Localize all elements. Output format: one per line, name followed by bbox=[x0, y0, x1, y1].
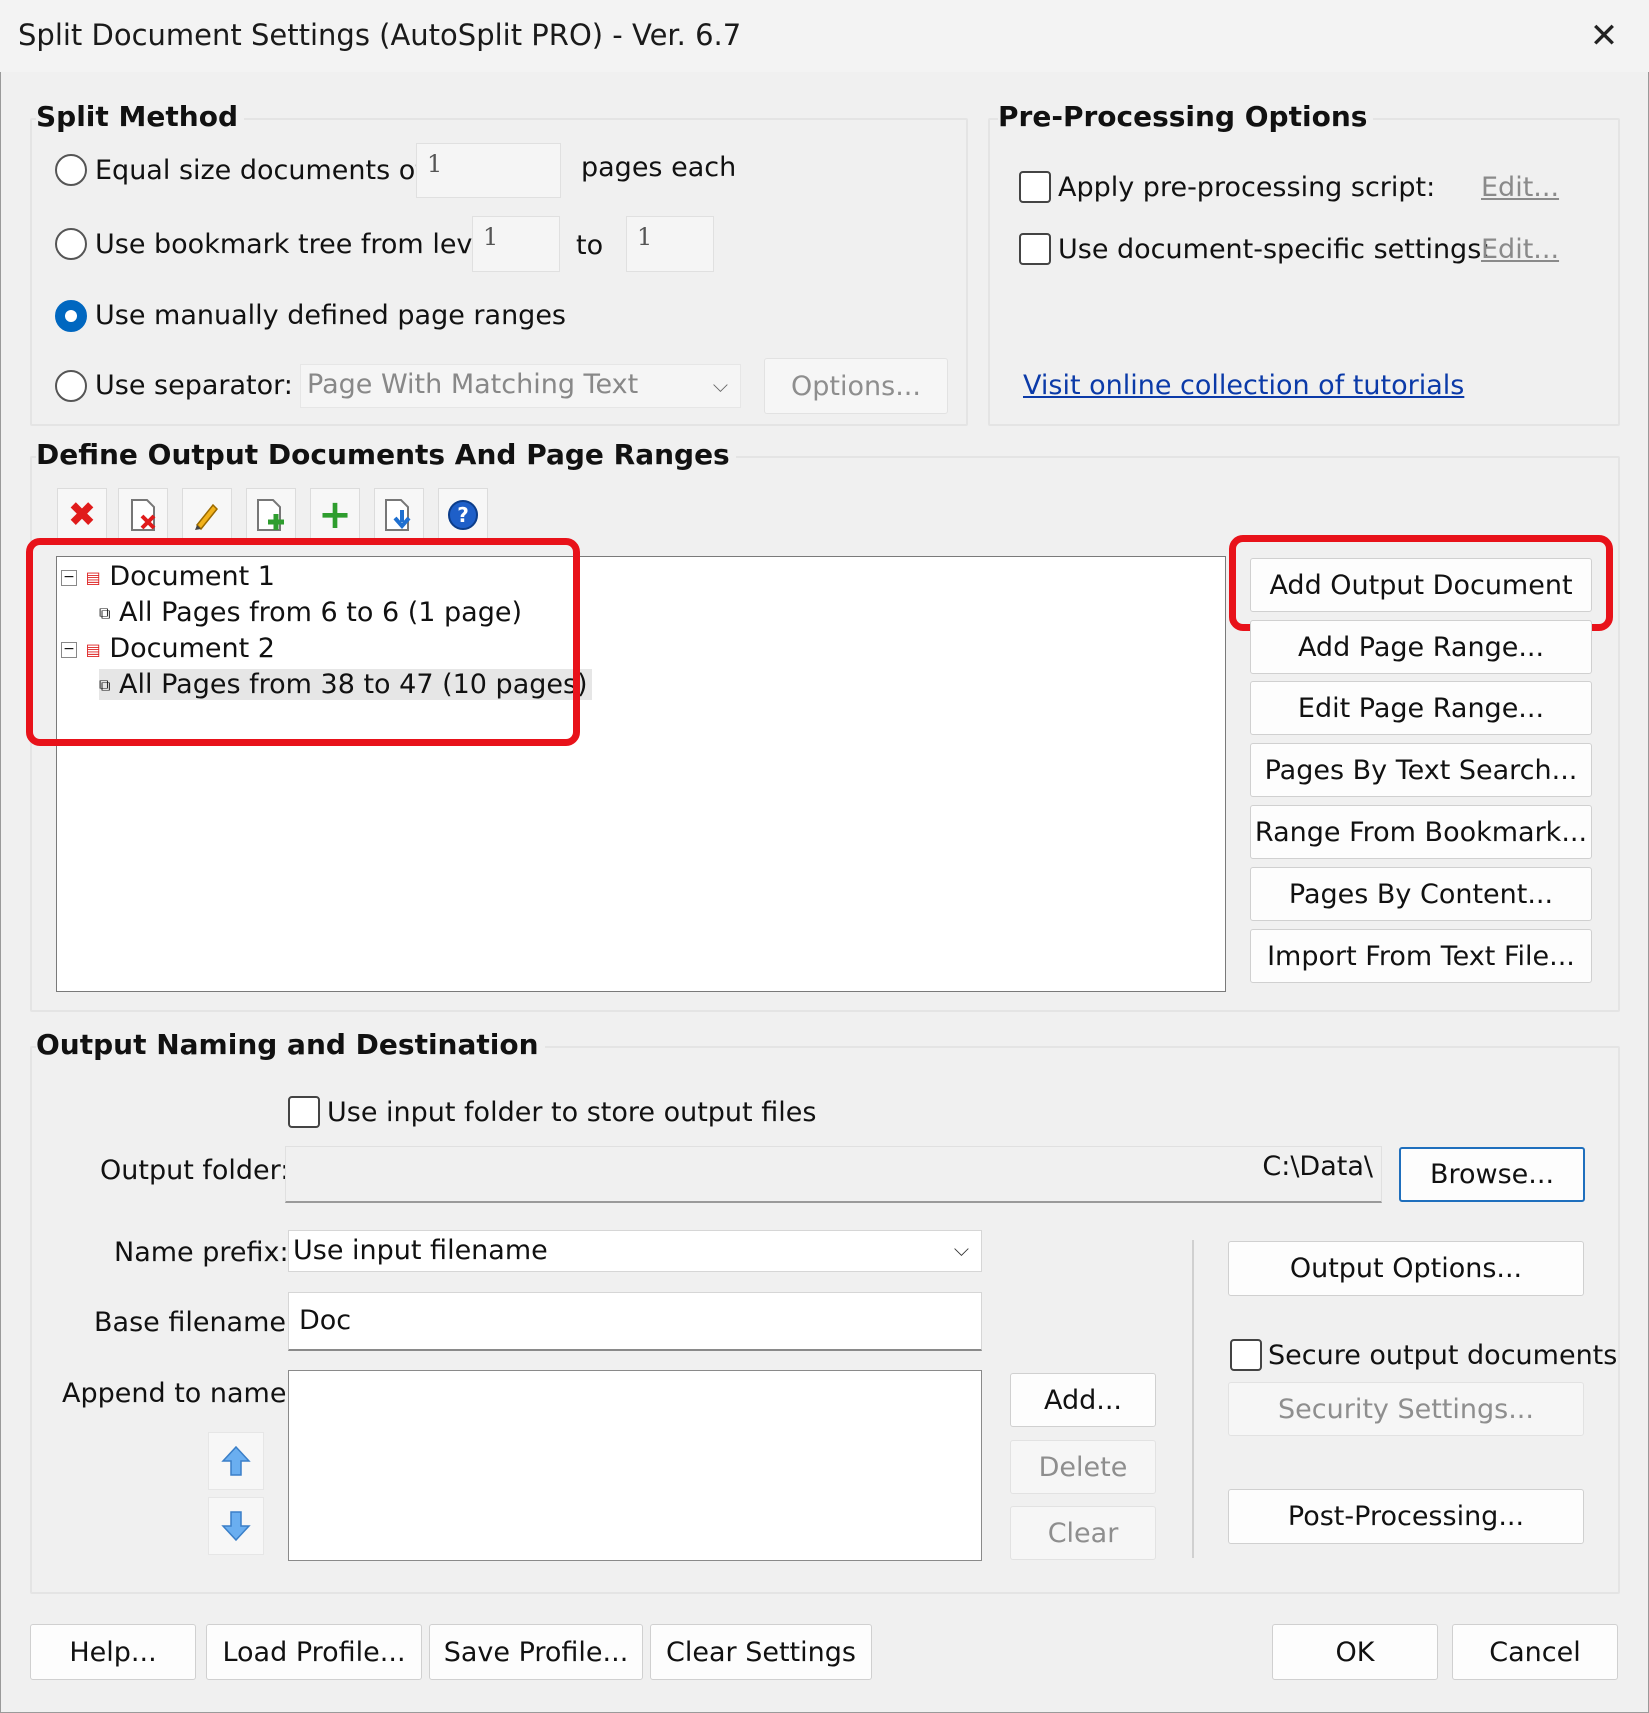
add-output-document-highlight bbox=[1229, 535, 1613, 631]
toolbar-delete-button[interactable]: ✖ bbox=[57, 488, 107, 542]
output-options-button[interactable]: Output Options... bbox=[1228, 1241, 1584, 1296]
load-profile-button[interactable]: Load Profile... bbox=[206, 1624, 422, 1680]
bookmark-from-input[interactable]: 1 bbox=[472, 216, 560, 272]
output-naming-title: Output Naming and Destination bbox=[36, 1028, 545, 1061]
add-page-range-button[interactable]: Add Page Range... bbox=[1250, 620, 1592, 674]
append-clear-button[interactable]: Clear bbox=[1010, 1506, 1156, 1560]
move-down-button[interactable] bbox=[208, 1497, 264, 1555]
separator-select-value: Page With Matching Text bbox=[307, 369, 639, 400]
svg-text:?: ? bbox=[457, 503, 469, 527]
use-input-folder-label: Use input folder to store output files bbox=[327, 1097, 817, 1128]
equal-size-label: Equal size documents of bbox=[95, 155, 425, 186]
title-bar: Split Document Settings (AutoSplit PRO) … bbox=[0, 0, 1649, 72]
close-icon[interactable]: ✕ bbox=[1580, 14, 1628, 62]
name-prefix-label: Name prefix: bbox=[114, 1237, 289, 1268]
output-documents-title: Define Output Documents And Page Ranges bbox=[36, 438, 736, 471]
security-settings-button[interactable]: Security Settings... bbox=[1228, 1382, 1584, 1436]
edit-page-range-button[interactable]: Edit Page Range... bbox=[1250, 681, 1592, 735]
arrow-down-icon bbox=[221, 1511, 251, 1542]
toolbar-help-button[interactable]: ? bbox=[438, 488, 488, 542]
toolbar-add-button[interactable]: + bbox=[310, 488, 360, 542]
apply-script-edit-link[interactable]: Edit... bbox=[1481, 172, 1559, 203]
pages-each-label: pages each bbox=[581, 152, 737, 183]
arrow-up-icon bbox=[221, 1445, 251, 1476]
add-page-icon bbox=[257, 499, 284, 531]
secure-output-label: Secure output documents bbox=[1268, 1340, 1618, 1371]
cancel-button[interactable]: Cancel bbox=[1452, 1624, 1618, 1680]
equal-size-input[interactable]: 1 bbox=[416, 143, 561, 198]
tutorials-link[interactable]: Visit online collection of tutorials bbox=[1023, 370, 1464, 401]
bookmark-label: Use bookmark tree from level bbox=[95, 229, 497, 260]
vertical-divider bbox=[1192, 1240, 1194, 1558]
secure-output-checkbox[interactable] bbox=[1230, 1339, 1262, 1371]
output-folder-label: Output folder: bbox=[100, 1155, 290, 1186]
separator-options-button[interactable]: Options... bbox=[764, 358, 948, 414]
output-folder-value: C:\Data\ bbox=[1262, 1151, 1373, 1182]
base-filename-input[interactable]: Doc bbox=[288, 1292, 982, 1351]
toolbar-edit-button[interactable] bbox=[182, 488, 232, 542]
toolbar-add-page-button[interactable] bbox=[246, 488, 296, 542]
pages-by-content-button[interactable]: Pages By Content... bbox=[1250, 867, 1592, 921]
separator-select[interactable]: Page With Matching Text ⌵ bbox=[300, 364, 741, 408]
manual-ranges-label: Use manually defined page ranges bbox=[95, 300, 566, 331]
output-folder-field[interactable]: C:\Data\ bbox=[285, 1146, 1382, 1203]
preprocessing-title: Pre-Processing Options bbox=[998, 100, 1374, 133]
post-processing-button[interactable]: Post-Processing... bbox=[1228, 1489, 1584, 1544]
tree-highlight-box bbox=[26, 538, 580, 746]
move-up-button[interactable] bbox=[208, 1432, 264, 1490]
append-delete-button[interactable]: Delete bbox=[1010, 1440, 1156, 1494]
delete-icon: ✖ bbox=[67, 495, 97, 535]
pages-by-text-search-button[interactable]: Pages By Text Search... bbox=[1250, 743, 1592, 797]
name-prefix-select[interactable]: Use input filename ⌵ bbox=[288, 1230, 982, 1272]
import-from-text-file-button[interactable]: Import From Text File... bbox=[1250, 929, 1592, 983]
split-method-title: Split Method bbox=[36, 100, 244, 133]
window-title: Split Document Settings (AutoSplit PRO) … bbox=[18, 18, 742, 52]
chevron-down-icon: ⌵ bbox=[712, 373, 728, 397]
bookmark-to-input[interactable]: 1 bbox=[626, 216, 714, 272]
name-prefix-value: Use input filename bbox=[293, 1235, 548, 1266]
add-plus-icon: + bbox=[318, 492, 352, 538]
doc-specific-checkbox[interactable] bbox=[1019, 233, 1051, 265]
doc-specific-label: Use document-specific settings: bbox=[1058, 234, 1491, 265]
delete-document-icon bbox=[131, 499, 156, 531]
ok-button[interactable]: OK bbox=[1272, 1624, 1438, 1680]
radio-equal-size[interactable] bbox=[55, 154, 87, 186]
base-filename-label: Base filename: bbox=[94, 1307, 296, 1338]
chevron-down-icon: ⌵ bbox=[953, 1237, 969, 1261]
browse-button[interactable]: Browse... bbox=[1399, 1147, 1585, 1202]
radio-separator[interactable] bbox=[55, 370, 87, 402]
toolbar-delete-document-button[interactable] bbox=[118, 488, 168, 542]
help-button[interactable]: Help... bbox=[30, 1624, 196, 1680]
import-down-icon bbox=[385, 499, 411, 531]
save-profile-button[interactable]: Save Profile... bbox=[429, 1624, 643, 1680]
toolbar-import-button[interactable] bbox=[374, 488, 424, 542]
use-input-folder-checkbox[interactable] bbox=[288, 1096, 320, 1128]
range-from-bookmark-button[interactable]: Range From Bookmark... bbox=[1250, 805, 1592, 859]
apply-script-label: Apply pre-processing script: bbox=[1058, 172, 1436, 203]
to-label: to bbox=[576, 230, 604, 261]
separator-label: Use separator: bbox=[95, 370, 293, 401]
radio-manual-ranges[interactable] bbox=[55, 300, 87, 332]
base-filename-value: Doc bbox=[299, 1305, 352, 1336]
append-add-button[interactable]: Add... bbox=[1010, 1373, 1156, 1427]
append-to-name-label: Append to name: bbox=[62, 1378, 296, 1409]
edit-pencil-icon bbox=[195, 503, 219, 531]
doc-specific-edit-link[interactable]: Edit... bbox=[1481, 234, 1559, 265]
radio-bookmark[interactable] bbox=[55, 228, 87, 260]
clear-settings-button[interactable]: Clear Settings bbox=[650, 1624, 872, 1680]
help-icon: ? bbox=[448, 500, 478, 530]
apply-script-checkbox[interactable] bbox=[1019, 171, 1051, 203]
append-list[interactable] bbox=[288, 1370, 982, 1561]
